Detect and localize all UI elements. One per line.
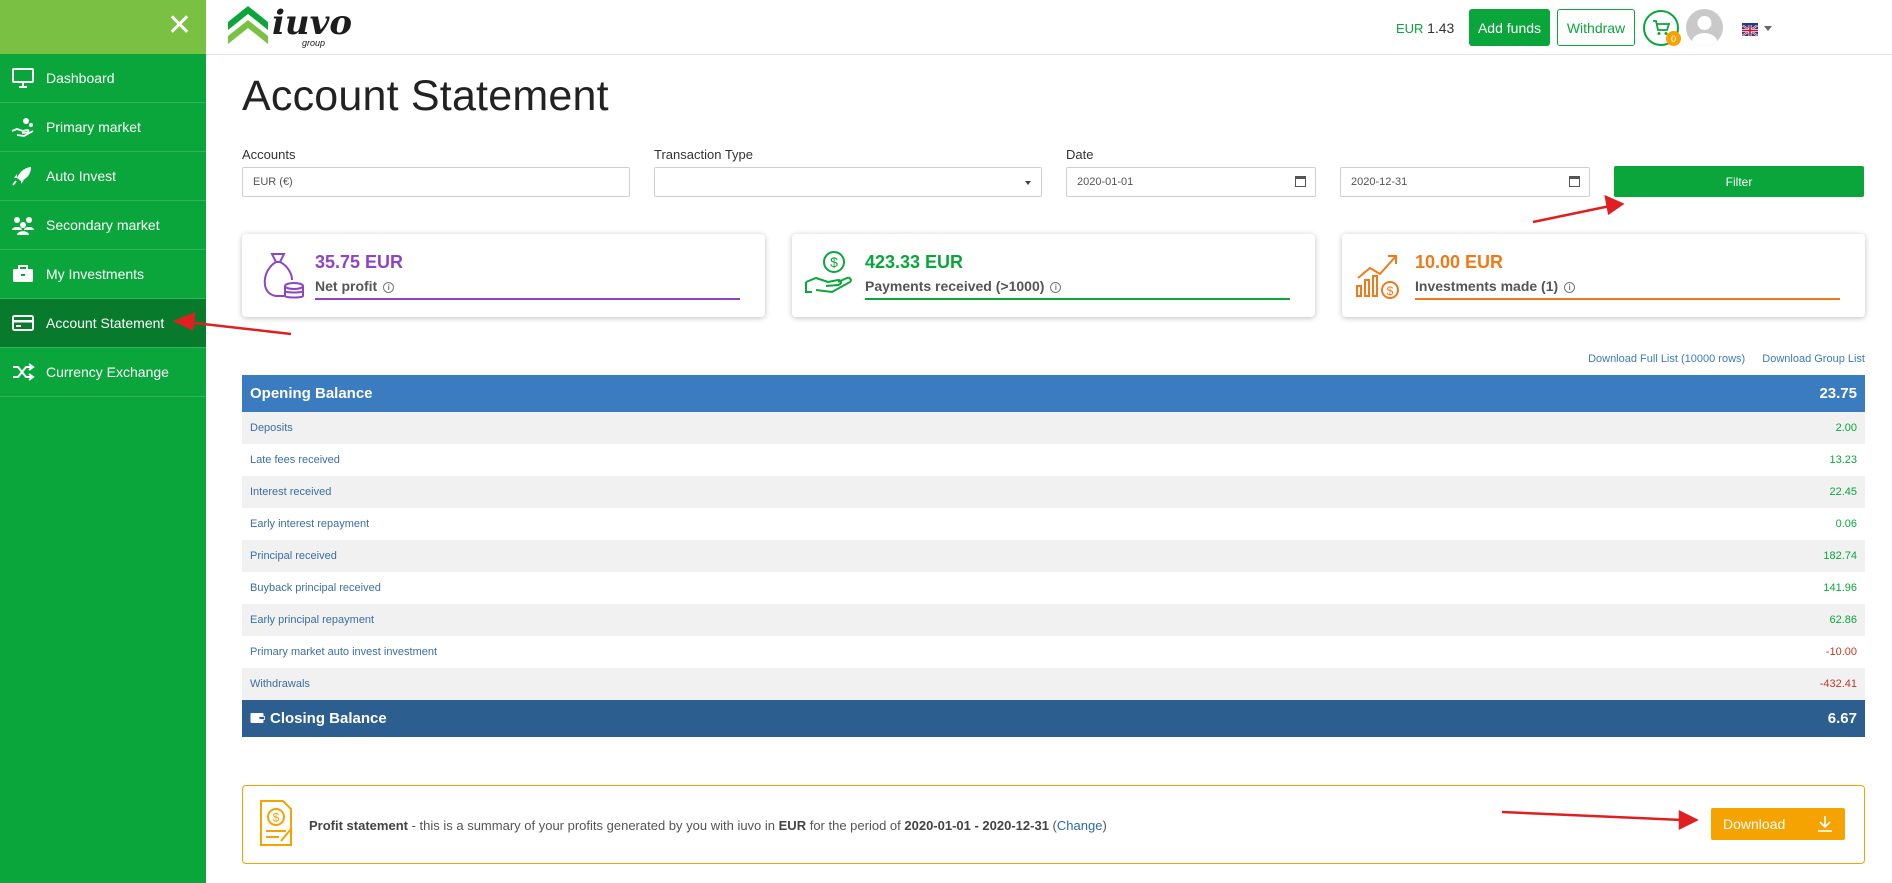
annotation-arrow-filter bbox=[1532, 194, 1625, 224]
app-root: ✕ Dashboard Primary market Auto Invest Seco… bbox=[0, 0, 1892, 883]
annotation-arrow-account-statement bbox=[172, 312, 292, 336]
annotation-arrow-download bbox=[1501, 809, 1699, 831]
annotation-arrows bbox=[172, 194, 1699, 831]
